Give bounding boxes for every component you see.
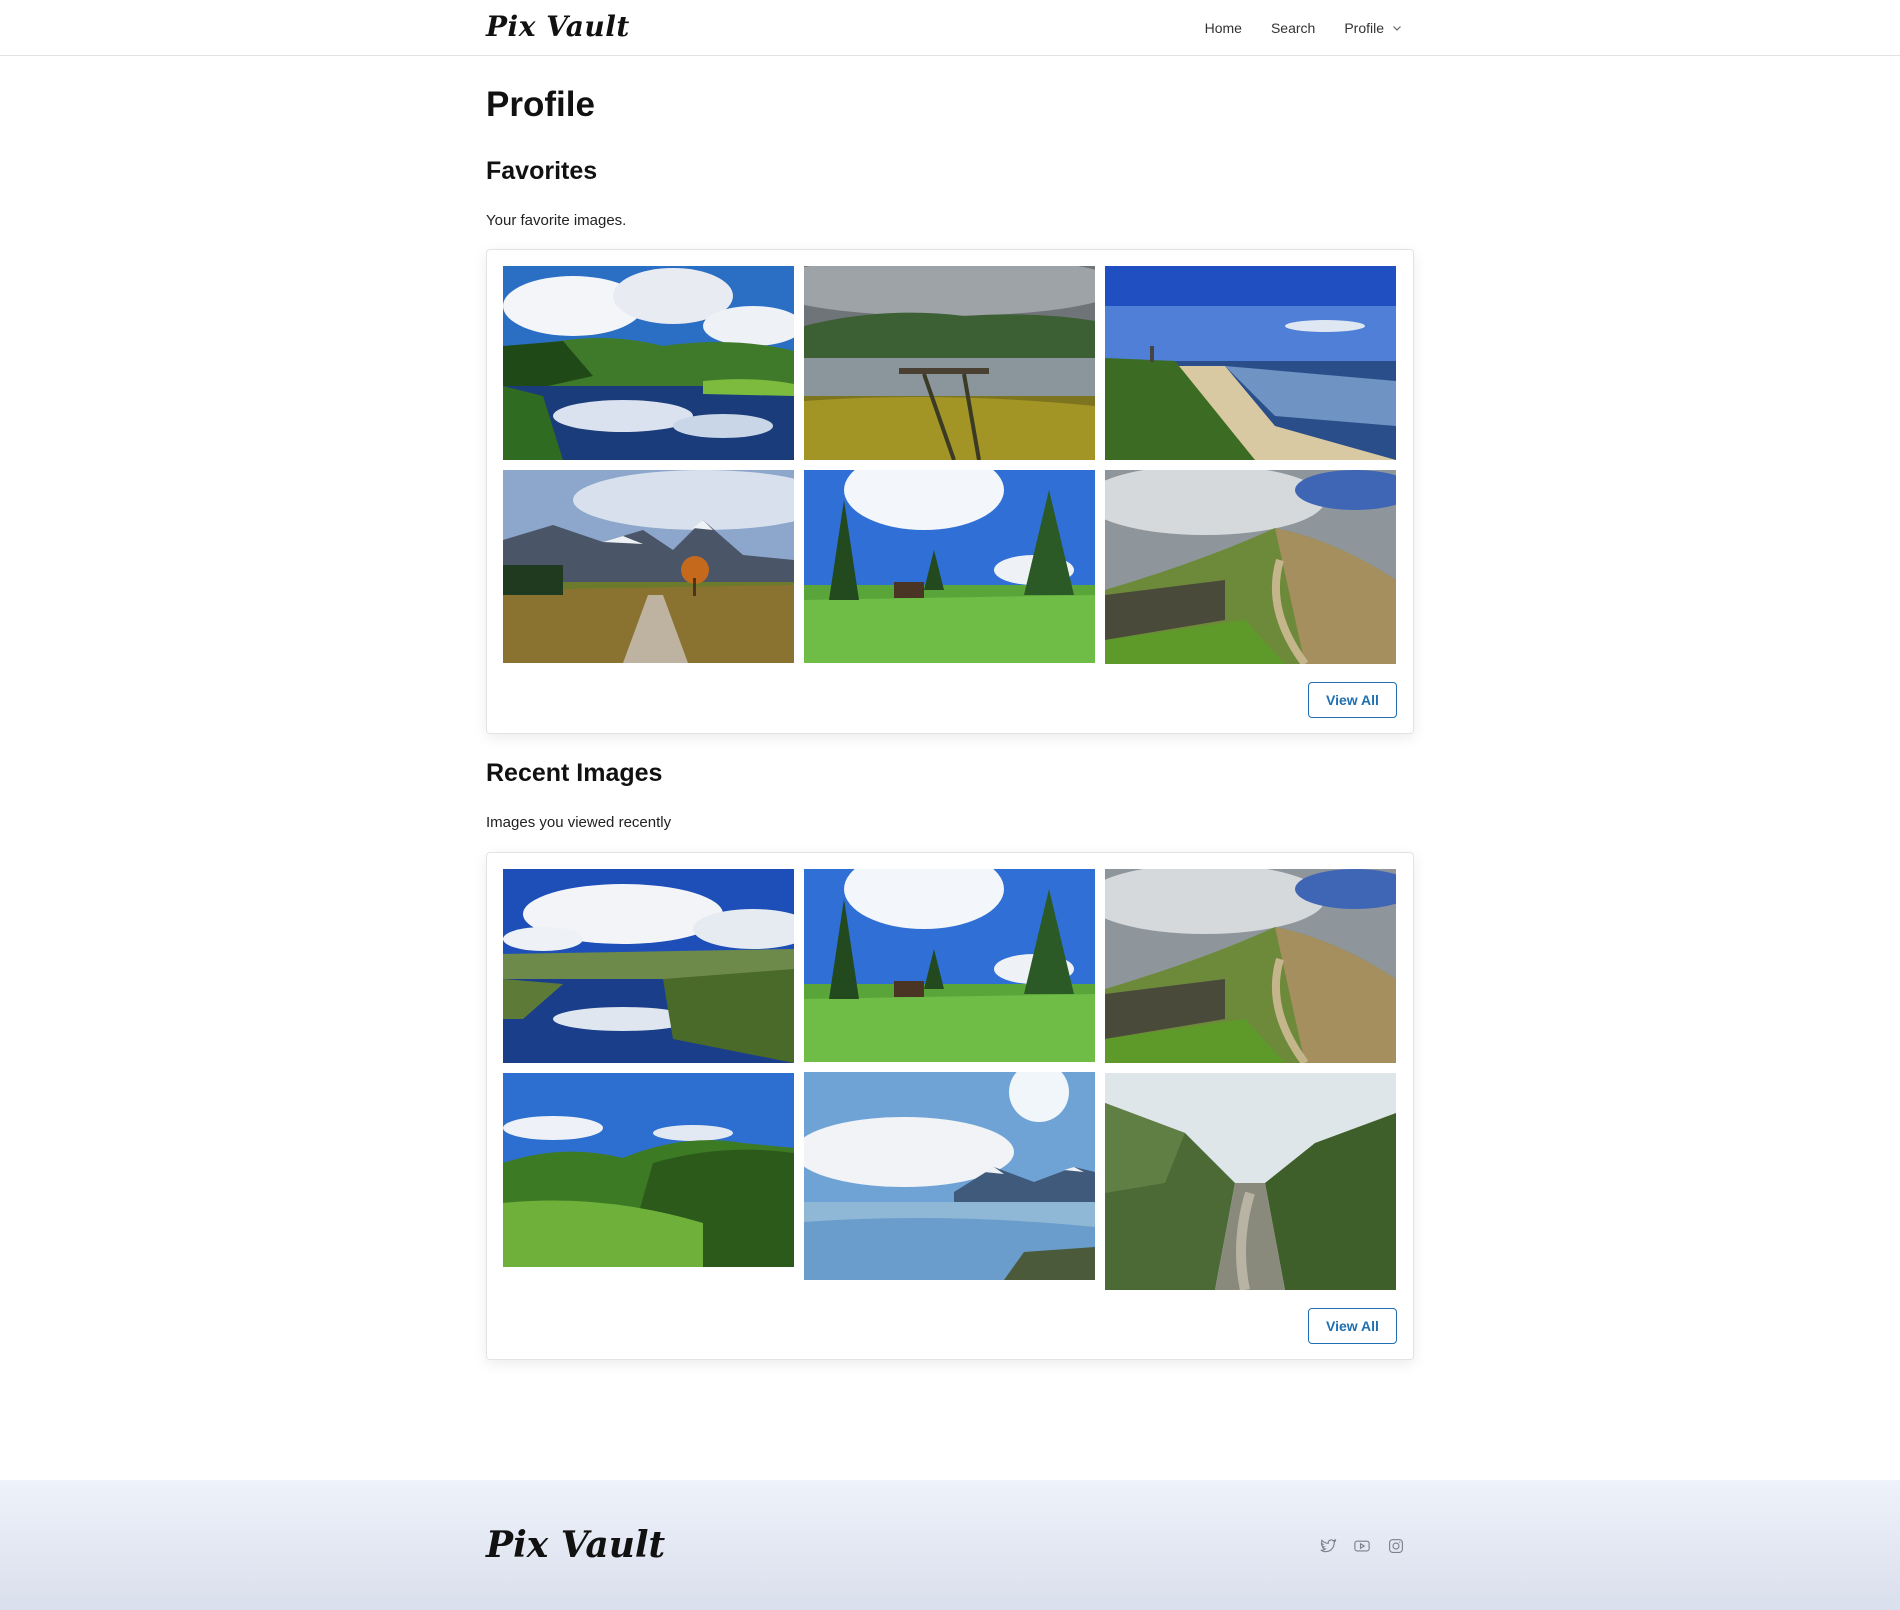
recent-image-6[interactable] (1105, 1073, 1396, 1290)
youtube-icon[interactable] (1353, 1537, 1371, 1555)
page-title: Profile (486, 85, 595, 124)
nav-search[interactable]: Search (1271, 20, 1315, 36)
brand-logo[interactable]: Pix Vault (486, 10, 630, 43)
recent-image-2[interactable] (804, 869, 1095, 1062)
favorite-image-1[interactable] (503, 266, 794, 460)
top-navbar: Pix Vault Home Search Profile (0, 0, 1900, 56)
favorite-image-5[interactable] (804, 470, 1095, 663)
footer-brand-logo[interactable]: Pix Vault (486, 1524, 665, 1566)
recent-image-5[interactable] (804, 1072, 1095, 1280)
recent-description: Images you viewed recently (486, 814, 672, 831)
recent-view-all-button[interactable]: View All (1308, 1308, 1397, 1344)
favorite-image-4[interactable] (503, 470, 794, 663)
footer: Pix Vault (0, 1480, 1900, 1610)
favorite-image-6[interactable] (1105, 470, 1396, 664)
favorite-image-3[interactable] (1105, 266, 1396, 460)
recent-image-1[interactable] (503, 869, 794, 1063)
favorites-description: Your favorite images. (486, 212, 627, 229)
favorites-heading: Favorites (486, 157, 598, 185)
twitter-icon[interactable] (1319, 1537, 1337, 1555)
main-nav: Home Search Profile (1205, 0, 1402, 56)
chevron-down-icon (1393, 26, 1401, 31)
recent-heading: Recent Images (486, 759, 663, 787)
nav-home[interactable]: Home (1205, 20, 1242, 36)
instagram-icon[interactable] (1387, 1537, 1405, 1555)
favorites-card: View All (486, 249, 1414, 734)
recent-image-4[interactable] (503, 1073, 794, 1267)
recent-image-3[interactable] (1105, 869, 1396, 1063)
nav-profile-label: Profile (1344, 20, 1384, 36)
recent-card: View All (486, 852, 1414, 1360)
favorite-image-2[interactable] (804, 266, 1095, 460)
favorites-view-all-button[interactable]: View All (1308, 682, 1397, 718)
nav-profile-dropdown[interactable]: Profile (1344, 20, 1402, 36)
